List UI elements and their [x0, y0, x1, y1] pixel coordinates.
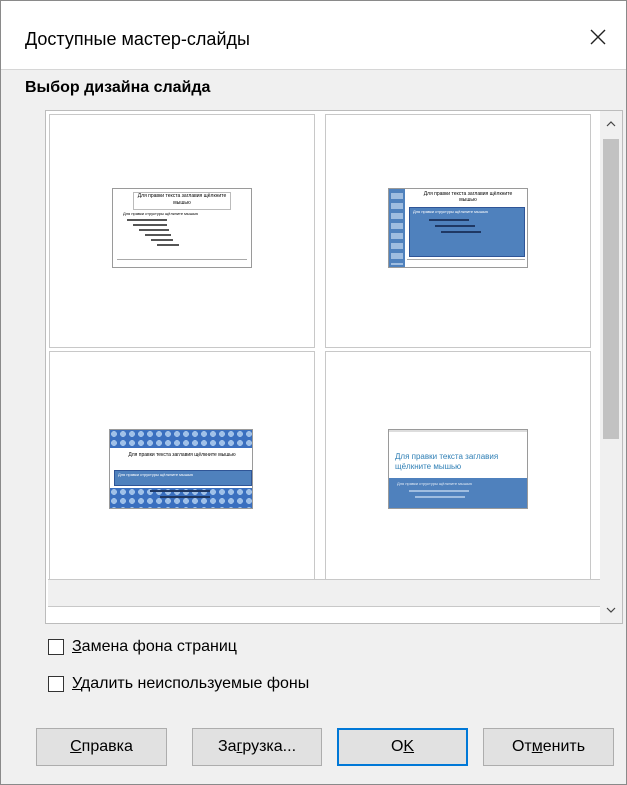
close-icon [590, 29, 606, 45]
thumb-bullet: Для правки структуры щёлкните мышью [123, 211, 199, 216]
title-bar: Доступные мастер-слайды [1, 1, 626, 70]
scroll-up-button[interactable] [600, 113, 622, 135]
checkbox-label: Замена фона страниц [72, 638, 237, 655]
master-slide-4[interactable]: Для правки текста заглавия щёлкните мышь… [325, 351, 591, 585]
dialog: Доступные мастер-слайды Выбор дизайна сл… [0, 0, 627, 785]
load-button[interactable]: Загрузка... [192, 728, 322, 766]
button-label: Загрузка... [217, 738, 297, 755]
thumb-bullet: Для правки структуры щёлкните мышью [118, 472, 194, 477]
slide-thumbnail: Для правки текста заглавия щёлкните мышь… [109, 429, 253, 509]
delete-unused-backgrounds-checkbox[interactable]: Удалить неиспользуемые фоны [48, 675, 309, 693]
thumb-bullet: Для правки структуры щёлкните мышью [397, 481, 473, 486]
checkbox-box[interactable] [48, 676, 64, 692]
help-button[interactable]: Справка [36, 728, 167, 766]
button-label: Отменить [511, 738, 586, 755]
section-title: Выбор дизайна слайда [25, 79, 211, 96]
checkbox-label: Удалить неиспользуемые фоны [72, 675, 310, 692]
master-slide-1[interactable]: Для правки текста заглавия щёлкните мышь… [49, 114, 315, 348]
thumb-title: Для правки текста заглавия щёлкните мышь… [128, 452, 236, 458]
checkbox-box[interactable] [48, 639, 64, 655]
scroll-down-button[interactable] [600, 599, 622, 621]
master-slides-view[interactable]: Для правки текста заглавия щёлкните мышь… [45, 110, 623, 624]
thumb-title: Для правки текста заглавия щёлкните мышь… [395, 452, 499, 471]
vertical-scrollbar[interactable] [600, 111, 622, 623]
ok-button[interactable]: ОK [337, 728, 468, 766]
close-button[interactable] [578, 17, 618, 57]
master-slide-2[interactable]: Для правки текста заглавия щёлкните мышь… [325, 114, 591, 348]
button-label: ОK [390, 738, 415, 755]
thumb-title: Для правки текста заглавия щёлкните мышь… [133, 192, 231, 210]
replace-background-checkbox[interactable]: Замена фона страниц [48, 638, 237, 656]
button-label: Справка [70, 738, 133, 755]
empty-row [48, 579, 600, 607]
slide-thumbnail: Для правки текста заглавия щёлкните мышь… [112, 188, 252, 268]
scroll-thumb[interactable] [603, 139, 619, 439]
master-slide-3[interactable]: Для правки текста заглавия щёлкните мышь… [49, 351, 315, 585]
chevron-down-icon [606, 607, 616, 613]
thumb-bullet: Для правки структуры щёлкните мышью [413, 209, 489, 214]
slide-thumbnail: Для правки текста заглавия щёлкните мышь… [388, 188, 528, 268]
thumb-title: Для правки текста заглавия щёлкните мышь… [423, 191, 513, 203]
chevron-up-icon [606, 121, 616, 127]
dialog-title: Доступные мастер-слайды [25, 29, 250, 49]
slide-thumbnail: Для правки текста заглавия щёлкните мышь… [388, 429, 528, 509]
cancel-button[interactable]: Отменить [483, 728, 614, 766]
